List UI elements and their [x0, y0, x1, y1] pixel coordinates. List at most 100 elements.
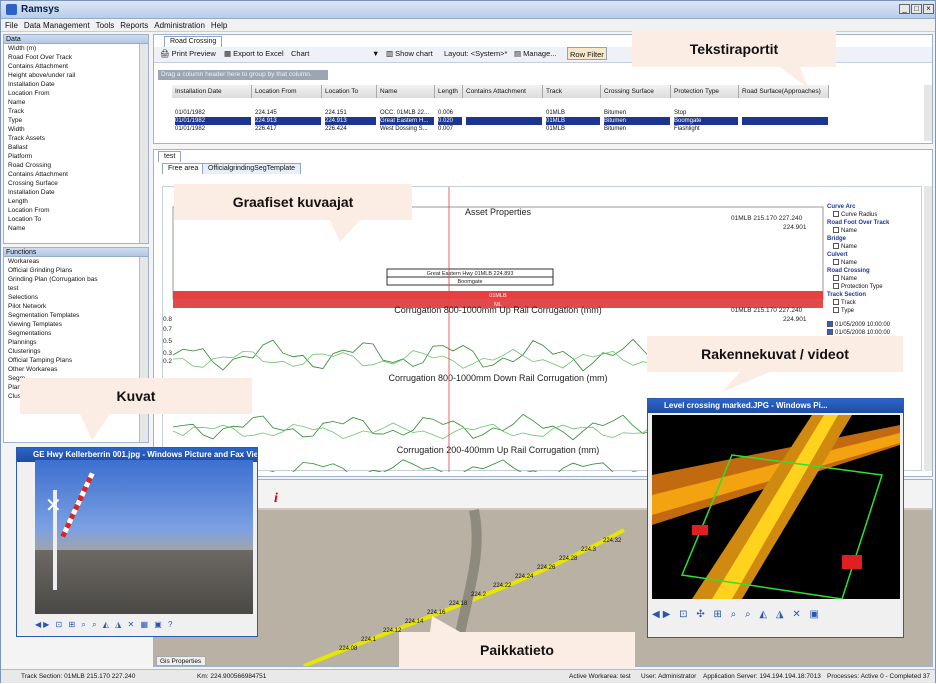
tree-item[interactable]: Name [8, 224, 148, 233]
chainage-readout: 01MLB 215.170 227.240 [731, 307, 803, 314]
tree-item[interactable]: Contains Attachment [8, 62, 148, 71]
tree-item[interactable]: Width [8, 125, 148, 134]
tree-item[interactable]: Track [8, 107, 148, 116]
legend-item[interactable]: Name [827, 259, 922, 267]
chart-dropdown[interactable]: Chart [291, 47, 309, 60]
tree-item[interactable]: Location To [8, 215, 148, 224]
menu-tools[interactable]: Tools [96, 21, 115, 30]
column-header[interactable]: Location From [252, 85, 322, 98]
tree-item[interactable]: Workareas [8, 257, 148, 266]
tree-item[interactable]: Installation Date [8, 80, 148, 89]
chart-select-arrow[interactable]: ▼ [372, 47, 379, 60]
tree-item[interactable]: Track Assets [8, 134, 148, 143]
legend-item[interactable]: Name [827, 243, 922, 251]
km-readout: 224.901 [783, 316, 807, 323]
subtab-grinding-template[interactable]: OfficialgrindingSegTemplate [202, 163, 302, 174]
km-label: 224.1 [361, 637, 377, 643]
legend-swatch[interactable] [833, 211, 839, 217]
legend-swatch[interactable] [833, 243, 839, 249]
export-excel-button[interactable]: ▦ Export to Excel [224, 47, 284, 60]
tree-item[interactable]: Type [8, 116, 148, 125]
table-cell [466, 109, 542, 117]
tree-item[interactable]: Platform [8, 152, 148, 161]
tab-road-crossing[interactable]: Road Crossing [164, 36, 223, 47]
close-icon[interactable]: × [923, 4, 934, 14]
column-header[interactable]: Location To [322, 85, 377, 98]
tree-item[interactable]: Segmentation Templates [8, 311, 148, 320]
tree-item[interactable]: Selections [8, 293, 148, 302]
menu-help[interactable]: Help [211, 21, 227, 30]
show-chart-button[interactable]: ▥ Show chart [386, 47, 433, 60]
column-header[interactable]: Name [377, 85, 435, 98]
manage-button[interactable]: ▤ Manage... [514, 47, 557, 60]
legend-swatch[interactable] [833, 259, 839, 265]
legend-item[interactable]: Type [827, 307, 922, 315]
gis-properties-tab[interactable]: Gis Properties [156, 656, 206, 666]
report-scrollbar[interactable] [924, 85, 932, 141]
tree-item[interactable]: Name [8, 98, 148, 107]
legend-date[interactable]: 01/05/2009 10:00:00 [827, 321, 922, 329]
minimize-icon[interactable]: _ [899, 4, 910, 14]
legend-swatch[interactable] [833, 227, 839, 233]
tab-test[interactable]: test [158, 151, 182, 162]
tree-item[interactable]: Length [8, 197, 148, 206]
menu-administration[interactable]: Administration [154, 21, 205, 30]
maximize-icon[interactable]: □ [911, 4, 922, 14]
functions-scrollbar[interactable] [139, 257, 148, 442]
tree-item[interactable]: Viewing Templates [8, 320, 148, 329]
layout-dropdown[interactable]: Layout: <System>* [444, 47, 507, 60]
legend-swatch[interactable] [833, 283, 839, 289]
lidar-viewer-window[interactable]: Level crossing marked.JPG - Windows Pi..… [647, 398, 904, 638]
tree-item[interactable]: Other Workareas [8, 365, 148, 374]
legend-item[interactable]: Protection Type [827, 283, 922, 291]
menu-data-management[interactable]: Data Management [24, 21, 90, 30]
legend-swatch[interactable] [827, 321, 833, 327]
tree-item[interactable]: Segmentations [8, 329, 148, 338]
menu-file[interactable]: File [5, 21, 18, 30]
column-header[interactable]: Road Surface(Approaches) [739, 85, 829, 98]
subtab-free-area[interactable]: Free area [162, 163, 205, 174]
column-header[interactable]: Crossing Surface [601, 85, 671, 98]
row-filter-button[interactable]: Row Filter [567, 47, 607, 60]
menu-reports[interactable]: Reports [120, 21, 148, 30]
column-header[interactable]: Length [435, 85, 463, 98]
print-preview-button[interactable]: 🖨 Print Preview [160, 47, 216, 60]
tree-item[interactable]: Road Foot Over Track [8, 53, 148, 62]
data-scrollbar[interactable] [139, 44, 148, 243]
tree-item[interactable]: Official Tamping Plans [8, 356, 148, 365]
legend-item[interactable]: Track [827, 299, 922, 307]
photo-toolbar[interactable]: ◀▶ ⊡ ⊞ ⌕ ⌕ ◭ ◮ ✕ ▦ ▣ ? [35, 620, 253, 634]
tree-item[interactable]: Width (m) [8, 44, 148, 53]
tree-item[interactable]: Height above/under rail [8, 71, 148, 80]
column-header[interactable]: Installation Date [172, 85, 252, 98]
tree-item[interactable]: Crossing Surface [8, 179, 148, 188]
column-header[interactable]: Contains Attachment [463, 85, 543, 98]
legend-swatch[interactable] [833, 275, 839, 281]
tree-item[interactable]: Plannings [8, 338, 148, 347]
tree-item[interactable]: Location From [8, 206, 148, 215]
tree-item[interactable]: Official Grinding Plans [8, 266, 148, 275]
legend-label: Name [841, 276, 858, 282]
tree-item[interactable]: Grinding Plan (Corrugation bas [8, 275, 148, 284]
tree-item[interactable]: Road Crossing [8, 161, 148, 170]
legend-swatch[interactable] [833, 299, 839, 305]
column-header[interactable]: Track [543, 85, 601, 98]
tree-item[interactable]: Pilot Network [8, 302, 148, 311]
tree-item[interactable]: Clusterings [8, 347, 148, 356]
legend-item[interactable]: Name [827, 227, 922, 235]
tree-item[interactable]: Ballast [8, 143, 148, 152]
tree-item[interactable]: Location From [8, 89, 148, 98]
tree-item[interactable]: Contains Attachment [8, 170, 148, 179]
legend-swatch[interactable] [827, 329, 833, 335]
lidar-toolbar[interactable]: ◀▶ ⊡ ✣ ⊞ ⌕ ⌕ ◭ ◮ ✕ ▣ [652, 609, 900, 625]
legend-item[interactable]: Name [827, 275, 922, 283]
table-cell: Flashlight [674, 126, 700, 132]
column-header[interactable]: Protection Type [671, 85, 739, 98]
table-cell: 01MLB [546, 117, 600, 125]
legend-item[interactable]: Curve Radius [827, 211, 922, 219]
chart-scrollbar[interactable] [924, 186, 932, 471]
photo-viewer-window[interactable]: GE Hwy Kellerberrin 001.jpg - Windows Pi… [16, 447, 258, 637]
legend-swatch[interactable] [833, 307, 839, 313]
tree-item[interactable]: test [8, 284, 148, 293]
tree-item[interactable]: Installation Date [8, 188, 148, 197]
